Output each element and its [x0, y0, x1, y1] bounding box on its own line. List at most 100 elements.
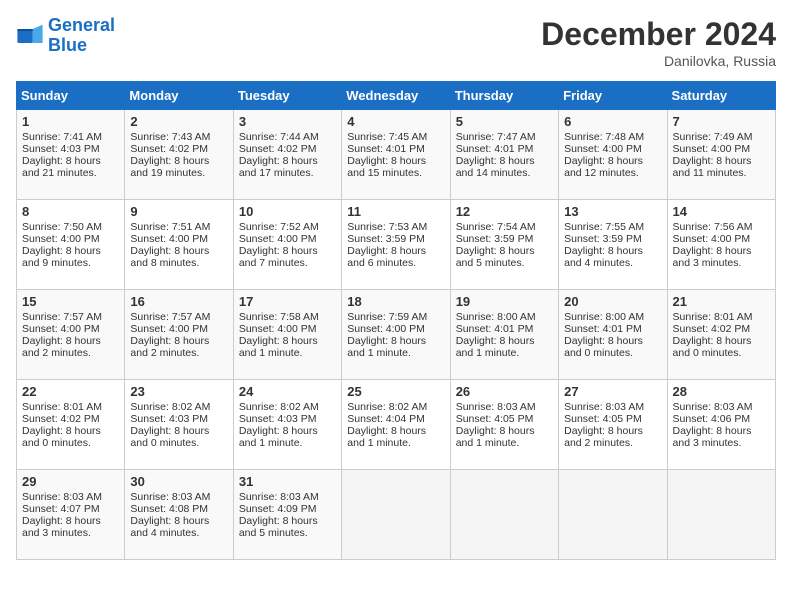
sunrise: Sunrise: 7:54 AM	[456, 221, 536, 233]
sunrise: Sunrise: 7:41 AM	[22, 131, 102, 143]
calendar-cell	[559, 470, 667, 560]
logo: General Blue	[16, 16, 115, 56]
header-row: Sunday Monday Tuesday Wednesday Thursday…	[17, 82, 776, 110]
sunrise: Sunrise: 7:48 AM	[564, 131, 644, 143]
daylight: Daylight: 8 hours and 21 minutes.	[22, 155, 101, 179]
day-number: 7	[673, 114, 770, 129]
day-number: 15	[22, 294, 119, 309]
day-number: 25	[347, 384, 444, 399]
calendar-header: Sunday Monday Tuesday Wednesday Thursday…	[17, 82, 776, 110]
calendar-cell: 5Sunrise: 7:47 AMSunset: 4:01 PMDaylight…	[450, 110, 558, 200]
calendar-cell: 15Sunrise: 7:57 AMSunset: 4:00 PMDayligh…	[17, 290, 125, 380]
daylight: Daylight: 8 hours and 2 minutes.	[130, 335, 209, 359]
daylight: Daylight: 8 hours and 3 minutes.	[673, 425, 752, 449]
sunrise: Sunrise: 8:00 AM	[456, 311, 536, 323]
calendar-cell: 2 Sunrise: 7:43 AMSunset: 4:02 PMDaylight…	[125, 110, 233, 200]
calendar-cell: 21Sunrise: 8:01 AMSunset: 4:02 PMDayligh…	[667, 290, 775, 380]
location: Danilovka, Russia	[541, 53, 776, 69]
daylight: Daylight: 8 hours and 4 minutes.	[130, 515, 209, 539]
daylight: Daylight: 8 hours and 11 minutes.	[673, 155, 752, 179]
sunset: Sunset: 4:00 PM	[22, 323, 100, 335]
day-number: 10	[239, 204, 336, 219]
calendar-cell: 13Sunrise: 7:55 AMSunset: 3:59 PMDayligh…	[559, 200, 667, 290]
calendar-week-row: 1Sunrise: 7:41 AMSunset: 4:03 PMDaylight…	[17, 110, 776, 200]
calendar-cell: 8Sunrise: 7:50 AMSunset: 4:00 PMDaylight…	[17, 200, 125, 290]
calendar-cell: 26Sunrise: 8:03 AMSunset: 4:05 PMDayligh…	[450, 380, 558, 470]
col-saturday: Saturday	[667, 82, 775, 110]
daylight: Daylight: 8 hours and 9 minutes.	[22, 245, 101, 269]
col-monday: Monday	[125, 82, 233, 110]
sunset: Sunset: 4:08 PM	[130, 503, 208, 515]
sunset: Sunset: 4:07 PM	[22, 503, 100, 515]
calendar-cell: 24Sunrise: 8:02 AMSunset: 4:03 PMDayligh…	[233, 380, 341, 470]
sunrise: Sunrise: 7:56 AM	[673, 221, 753, 233]
day-number: 23	[130, 384, 227, 399]
daylight: Daylight: 8 hours and 19 minutes.	[130, 155, 209, 179]
daylight: Daylight: 8 hours and 5 minutes.	[456, 245, 535, 269]
day-number: 19	[456, 294, 553, 309]
day-number: 27	[564, 384, 661, 399]
calendar-cell: 27Sunrise: 8:03 AMSunset: 4:05 PMDayligh…	[559, 380, 667, 470]
sunrise: Sunrise: 7:44 AM	[239, 131, 319, 143]
calendar-cell: 19Sunrise: 8:00 AMSunset: 4:01 PMDayligh…	[450, 290, 558, 380]
sunset: Sunset: 4:02 PM	[130, 143, 208, 155]
sunset: Sunset: 4:02 PM	[239, 143, 317, 155]
calendar-cell: 12Sunrise: 7:54 AMSunset: 3:59 PMDayligh…	[450, 200, 558, 290]
calendar-cell: 1Sunrise: 7:41 AMSunset: 4:03 PMDaylight…	[17, 110, 125, 200]
calendar-cell: 14Sunrise: 7:56 AMSunset: 4:00 PMDayligh…	[667, 200, 775, 290]
calendar-cell	[450, 470, 558, 560]
sunset: Sunset: 4:00 PM	[130, 323, 208, 335]
day-number: 13	[564, 204, 661, 219]
day-number: 8	[22, 204, 119, 219]
col-sunday: Sunday	[17, 82, 125, 110]
sunset: Sunset: 4:00 PM	[239, 323, 317, 335]
calendar-week-row: 15Sunrise: 7:57 AMSunset: 4:00 PMDayligh…	[17, 290, 776, 380]
sunset: Sunset: 4:05 PM	[564, 413, 642, 425]
col-wednesday: Wednesday	[342, 82, 450, 110]
calendar-cell: 4Sunrise: 7:45 AMSunset: 4:01 PMDaylight…	[342, 110, 450, 200]
sunrise: Sunrise: 8:03 AM	[673, 401, 753, 413]
sunset: Sunset: 4:05 PM	[456, 413, 534, 425]
col-thursday: Thursday	[450, 82, 558, 110]
sunrise: Sunrise: 7:55 AM	[564, 221, 644, 233]
daylight: Daylight: 8 hours and 2 minutes.	[22, 335, 101, 359]
daylight: Daylight: 8 hours and 0 minutes.	[564, 335, 643, 359]
calendar-cell: 11Sunrise: 7:53 AMSunset: 3:59 PMDayligh…	[342, 200, 450, 290]
sunrise: Sunrise: 7:57 AM	[130, 311, 210, 323]
calendar-cell: 23Sunrise: 8:02 AMSunset: 4:03 PMDayligh…	[125, 380, 233, 470]
calendar-cell: 16 Sunrise: 7:57 AMSunset: 4:00 PMDayligh…	[125, 290, 233, 380]
sunset: Sunset: 4:00 PM	[239, 233, 317, 245]
day-number: 20	[564, 294, 661, 309]
sunrise: Sunrise: 7:43 AM	[130, 131, 210, 143]
sunrise: Sunrise: 7:58 AM	[239, 311, 319, 323]
daylight: Daylight: 8 hours and 17 minutes.	[239, 155, 318, 179]
day-number: 16	[130, 294, 227, 309]
sunset: Sunset: 4:00 PM	[347, 323, 425, 335]
logo-text: General Blue	[48, 16, 115, 56]
sunrise: Sunrise: 8:01 AM	[673, 311, 753, 323]
sunrise: Sunrise: 7:47 AM	[456, 131, 536, 143]
daylight: Daylight: 8 hours and 3 minutes.	[673, 245, 752, 269]
calendar-cell: 25Sunrise: 8:02 AMSunset: 4:04 PMDayligh…	[342, 380, 450, 470]
daylight: Daylight: 8 hours and 3 minutes.	[22, 515, 101, 539]
day-number: 1	[22, 114, 119, 129]
daylight: Daylight: 8 hours and 4 minutes.	[564, 245, 643, 269]
daylight: Daylight: 8 hours and 1 minute.	[456, 425, 535, 449]
calendar-cell: 20Sunrise: 8:00 AMSunset: 4:01 PMDayligh…	[559, 290, 667, 380]
sunset: Sunset: 4:03 PM	[239, 413, 317, 425]
calendar-week-row: 29Sunrise: 8:03 AMSunset: 4:07 PMDayligh…	[17, 470, 776, 560]
sunset: Sunset: 4:01 PM	[456, 323, 534, 335]
calendar-cell	[667, 470, 775, 560]
calendar-week-row: 22Sunrise: 8:01 AMSunset: 4:02 PMDayligh…	[17, 380, 776, 470]
day-number: 31	[239, 474, 336, 489]
title-block: December 2024 Danilovka, Russia	[541, 16, 776, 69]
header: General Blue December 2024 Danilovka, Ru…	[16, 16, 776, 69]
day-number: 4	[347, 114, 444, 129]
calendar-cell: 10Sunrise: 7:52 AMSunset: 4:00 PMDayligh…	[233, 200, 341, 290]
day-number: 2	[130, 114, 227, 129]
sunrise: Sunrise: 8:03 AM	[239, 491, 319, 503]
calendar-cell: 30Sunrise: 8:03 AMSunset: 4:08 PMDayligh…	[125, 470, 233, 560]
calendar-week-row: 8Sunrise: 7:50 AMSunset: 4:00 PMDaylight…	[17, 200, 776, 290]
sunrise: Sunrise: 7:45 AM	[347, 131, 427, 143]
calendar-cell: 17Sunrise: 7:58 AMSunset: 4:00 PMDayligh…	[233, 290, 341, 380]
